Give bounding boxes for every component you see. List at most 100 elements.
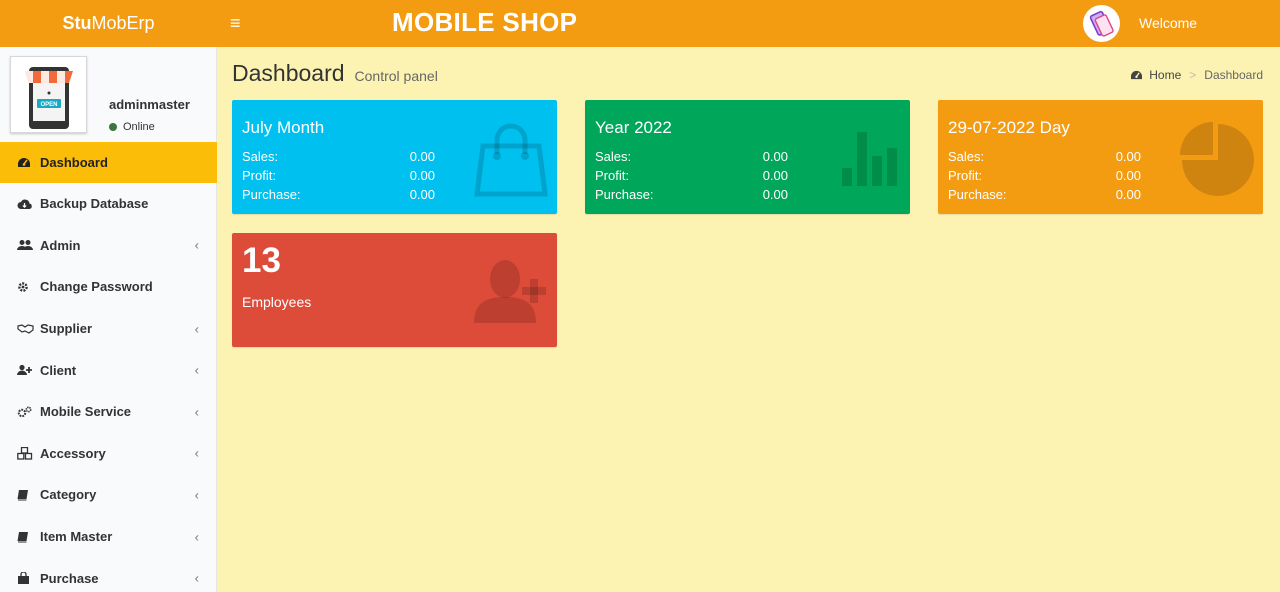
- chevron-left-icon: ‹: [194, 237, 199, 253]
- chevron-left-icon: ‹: [194, 487, 199, 503]
- chevron-left-icon: ‹: [194, 445, 199, 461]
- shop-store-icon: OPEN: [25, 67, 73, 129]
- shopping-bag-icon: [474, 123, 548, 197]
- profit-value: 0.00: [1115, 168, 1141, 183]
- page-title: Dashboard: [232, 60, 345, 86]
- cogs-icon: [17, 406, 35, 418]
- purchase-label: Purchase:: [242, 187, 301, 202]
- sidebar-item-dashboard[interactable]: Dashboard: [0, 142, 217, 183]
- user-image: OPEN: [10, 56, 87, 133]
- purchase-row: Purchase: 0.00: [948, 187, 1141, 202]
- employee-count: 13: [242, 241, 281, 280]
- chevron-left-icon: ‹: [194, 529, 199, 545]
- purchase-label: Purchase:: [595, 187, 654, 202]
- welcome-text[interactable]: Welcome: [1139, 15, 1197, 31]
- sidebar-item-label: Admin: [40, 237, 81, 253]
- sidebar-item-mobile-service[interactable]: Mobile Service ‹: [0, 391, 217, 433]
- sidebar-item-label: Supplier: [40, 321, 93, 337]
- breadcrumb: Home > Dashboard: [1130, 68, 1263, 82]
- month-stats-box[interactable]: July Month Sales: 0.00 Profit: 0.00 Purcha…: [232, 100, 557, 214]
- chevron-left-icon: ‹: [194, 362, 199, 378]
- box-title: 29-07-2022 Day: [948, 118, 1070, 137]
- sidebar-item-backup-database[interactable]: Backup Database: [0, 183, 217, 225]
- online-dot-icon: [109, 123, 117, 131]
- sidebar-item-label: Change Password: [40, 279, 153, 295]
- year-stats-box[interactable]: Year 2022 Sales: 0.00 Profit: 0.00 Purchas…: [585, 100, 910, 214]
- shop-title: MOBILE SHOP: [392, 7, 578, 37]
- phone-avatar-icon: [1089, 10, 1114, 37]
- purchase-row: Purchase: 0.00: [595, 187, 788, 202]
- content-header: Dashboard Control panel: [232, 60, 438, 87]
- breadcrumb-separator: >: [1189, 68, 1197, 82]
- logo-bold: Stu: [62, 13, 92, 33]
- top-navbar: Stu MobErp ≡ MOBILE SHOP Welcome: [0, 0, 1280, 47]
- sidebar: OPEN adminmaster Online Dashboard Backup…: [0, 47, 217, 592]
- sidebar-item-change-password[interactable]: Change Password: [0, 266, 217, 308]
- chevron-left-icon: ‹: [194, 321, 199, 337]
- cubes-icon: [17, 446, 35, 460]
- sidebar-item-admin[interactable]: Admin ‹: [0, 225, 217, 267]
- profit-row: Profit: 0.00: [595, 168, 788, 183]
- sidebar-item-accessory[interactable]: Accessory ‹: [0, 433, 217, 475]
- sales-value: 0.00: [409, 149, 435, 164]
- sidebar-item-item-master[interactable]: Item Master ‹: [0, 516, 217, 558]
- book-icon: [17, 489, 35, 501]
- chevron-left-icon: ‹: [194, 570, 199, 586]
- user-plus-icon: [474, 260, 546, 323]
- sales-label: Sales:: [242, 149, 279, 164]
- breadcrumb-home-link[interactable]: Home: [1149, 68, 1181, 82]
- profit-row: Profit: 0.00: [242, 168, 435, 183]
- sidebar-item-supplier[interactable]: Supplier ‹: [0, 308, 217, 350]
- sidebar-item-label: Dashboard: [40, 155, 108, 170]
- user-panel: OPEN adminmaster Online: [0, 47, 217, 142]
- sidebar-menu: Dashboard Backup Database Admin ‹ Change…: [0, 142, 217, 592]
- sidebar-item-category[interactable]: Category ‹: [0, 474, 217, 516]
- sidebar-item-purchase[interactable]: Purchase ‹: [0, 557, 217, 592]
- box-title: Year 2022: [595, 118, 672, 137]
- shopping-bag-icon: [17, 572, 35, 585]
- sidebar-item-label: Client: [40, 362, 77, 378]
- employee-label: Employees: [242, 294, 312, 310]
- purchase-value: 0.00: [1115, 187, 1141, 202]
- sidebar-item-label: Item Master: [40, 529, 113, 545]
- open-sign: OPEN: [40, 102, 57, 108]
- sidebar-item-client[interactable]: Client ‹: [0, 349, 217, 391]
- day-stats-box[interactable]: 29-07-2022 Day Sales: 0.00 Profit: 0.00 Pu…: [938, 100, 1263, 214]
- sales-value: 0.00: [1115, 149, 1141, 164]
- cloud-download-icon: [17, 198, 35, 210]
- sidebar-toggle-button[interactable]: ≡: [230, 12, 241, 34]
- sidebar-item-label: Category: [40, 487, 97, 503]
- user-plus-icon: [17, 364, 35, 376]
- status-text: Online: [123, 121, 155, 133]
- pie-chart-icon: [1180, 122, 1254, 196]
- sidebar-item-label: Mobile Service: [40, 404, 132, 420]
- user-avatar[interactable]: [1083, 5, 1120, 42]
- sales-row: Sales: 0.00: [948, 149, 1141, 164]
- dashboard-icon: [17, 157, 35, 169]
- box-title: July Month: [242, 118, 325, 137]
- bar-chart-icon: [842, 132, 897, 186]
- page-subtitle: Control panel: [354, 68, 438, 84]
- sales-label: Sales:: [948, 149, 985, 164]
- gear-icon: [17, 281, 35, 293]
- sales-row: Sales: 0.00: [242, 149, 435, 164]
- profit-label: Profit:: [242, 168, 276, 183]
- sales-label: Sales:: [595, 149, 632, 164]
- employees-stats-box[interactable]: 13 Employees: [232, 233, 557, 347]
- users-icon: [17, 239, 35, 251]
- sidebar-item-label: Backup Database: [40, 196, 149, 212]
- profit-value: 0.00: [409, 168, 435, 183]
- app-logo[interactable]: Stu MobErp: [0, 0, 217, 47]
- chevron-left-icon: ‹: [194, 404, 199, 420]
- purchase-row: Purchase: 0.00: [242, 187, 435, 202]
- handshake-icon: [17, 323, 35, 334]
- dashboard-icon: [1131, 70, 1143, 79]
- profit-label: Profit:: [595, 168, 629, 183]
- purchase-label: Purchase:: [948, 187, 1007, 202]
- profit-value: 0.00: [762, 168, 788, 183]
- logo-rest: MobErp: [91, 13, 155, 33]
- username: adminmaster: [109, 97, 190, 112]
- online-status: Online: [109, 121, 155, 133]
- sales-value: 0.00: [762, 149, 788, 164]
- purchase-value: 0.00: [762, 187, 788, 202]
